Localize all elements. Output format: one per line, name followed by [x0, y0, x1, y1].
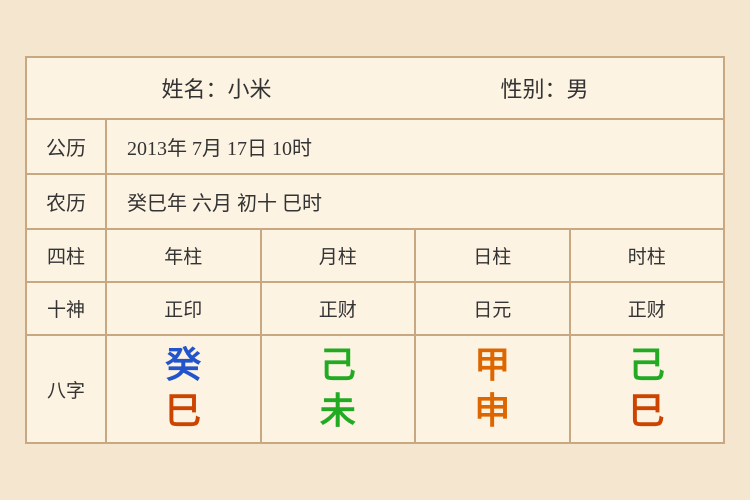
shishen-0: 正印 — [107, 283, 262, 334]
lunar-content: 癸巳年 六月 初十 巳时 — [107, 175, 723, 228]
main-container: 姓名：小米 性别：男 公历 2013年 7月 17日 10时 农历 癸巳年 六月… — [25, 56, 725, 443]
header-row: 姓名：小米 性别：男 — [27, 58, 723, 120]
sijhu-label: 四柱 — [27, 230, 107, 281]
bazi-1-top: 己 — [320, 346, 356, 386]
name-label: 姓名：小米 — [161, 72, 271, 104]
col-yue: 月柱 — [262, 230, 417, 281]
shishen-3: 正财 — [571, 283, 724, 334]
gender-label: 性别：男 — [500, 72, 588, 104]
solar-row: 公历 2013年 7月 17日 10时 — [27, 120, 723, 175]
bazi-2-top: 甲 — [474, 346, 510, 386]
bazi-cell-3: 己 巳 — [571, 336, 724, 441]
col-shi: 时柱 — [571, 230, 724, 281]
bazi-cell-0: 癸 巳 — [107, 336, 262, 441]
shishen-1: 正财 — [262, 283, 417, 334]
bazi-cell-1: 己 未 — [262, 336, 417, 441]
shishen-label: 十神 — [27, 283, 107, 334]
sijhu-header-row: 四柱 年柱 月柱 日柱 时柱 — [27, 230, 723, 283]
col-ri: 日柱 — [416, 230, 571, 281]
bazi-label: 八字 — [27, 336, 107, 441]
col-nian: 年柱 — [107, 230, 262, 281]
solar-label: 公历 — [27, 120, 107, 173]
lunar-label: 农历 — [27, 175, 107, 228]
bazi-0-top: 癸 — [165, 346, 201, 386]
shishen-2: 日元 — [416, 283, 571, 334]
bazi-2-bottom: 申 — [474, 392, 510, 432]
bazi-row: 八字 癸 巳 己 未 甲 申 己 巳 — [27, 336, 723, 441]
bazi-0-bottom: 巳 — [165, 392, 201, 432]
lunar-row: 农历 癸巳年 六月 初十 巳时 — [27, 175, 723, 230]
bazi-3-top: 己 — [629, 346, 665, 386]
bazi-3-bottom: 巳 — [629, 392, 665, 432]
bazi-1-bottom: 未 — [320, 392, 356, 432]
bazi-cell-2: 甲 申 — [416, 336, 571, 441]
solar-content: 2013年 7月 17日 10时 — [107, 120, 723, 173]
shishen-row: 十神 正印 正财 日元 正财 — [27, 283, 723, 336]
